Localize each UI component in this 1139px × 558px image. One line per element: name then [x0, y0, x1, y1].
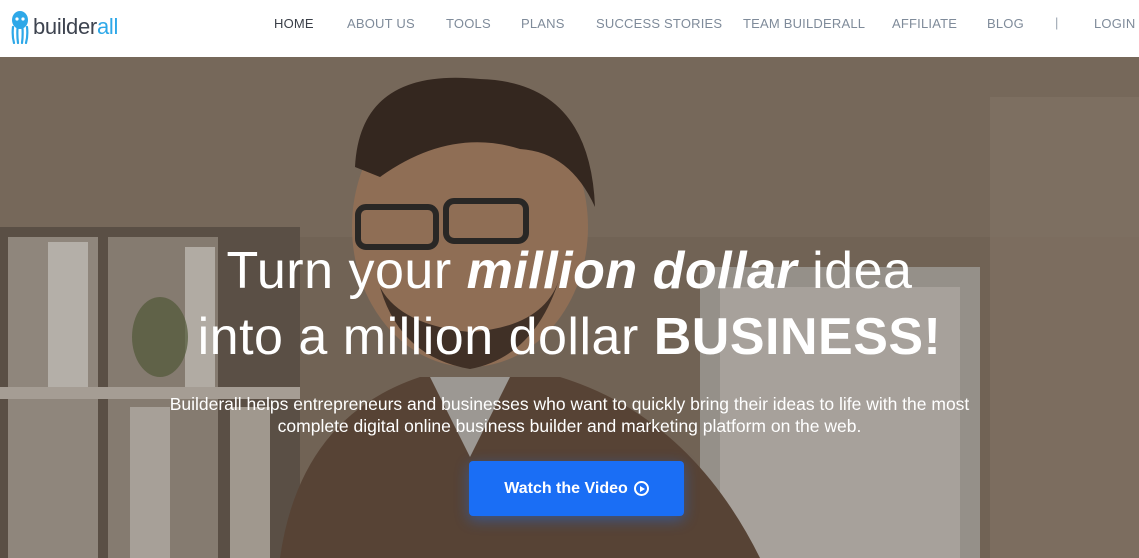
hero-subheadline: Builderall helps entrepreneurs and busin…	[0, 393, 1139, 437]
headline-line1-end: idea	[797, 242, 913, 300]
play-circle-icon	[633, 481, 649, 496]
nav-team-builderall[interactable]: TEAM BUILDERALL	[743, 16, 865, 31]
subheadline-line2: complete digital online business builder…	[277, 416, 862, 436]
nav-affiliate[interactable]: AFFILIATE	[892, 16, 957, 31]
subheadline-line1: Builderall helps entrepreneurs and busin…	[169, 394, 970, 414]
hero-headline-line1: Turn your million dollar idea	[0, 241, 1139, 301]
watch-video-button[interactable]: Watch the Video	[469, 461, 684, 516]
nav-blog[interactable]: BLOG	[987, 16, 1024, 31]
main-nav: HOME ABOUT US TOOLS PLANS SUCCESS STORIE…	[0, 0, 1139, 47]
headline-business: BUSINESS!	[653, 308, 942, 366]
nav-home[interactable]: HOME	[274, 16, 314, 31]
nav-about-us[interactable]: ABOUT US	[347, 16, 415, 31]
nav-plans[interactable]: PLANS	[521, 16, 565, 31]
hero-section: Turn your million dollar idea into a mil…	[0, 57, 1139, 558]
headline-line2-start: into a million dollar	[197, 308, 654, 366]
nav-login[interactable]: LOGIN	[1094, 16, 1135, 31]
top-header: builderall HOME ABOUT US TOOLS PLANS SUC…	[0, 0, 1139, 57]
headline-line1-start: Turn your	[226, 242, 467, 300]
nav-separator: |	[1055, 15, 1059, 30]
hero-headline-line2: into a million dollar BUSINESS!	[0, 307, 1139, 367]
nav-tools[interactable]: TOOLS	[446, 16, 491, 31]
watch-video-label: Watch the Video	[504, 479, 628, 497]
nav-success-stories[interactable]: SUCCESS STORIES	[596, 16, 722, 31]
headline-million-dollar: million dollar	[466, 242, 798, 300]
